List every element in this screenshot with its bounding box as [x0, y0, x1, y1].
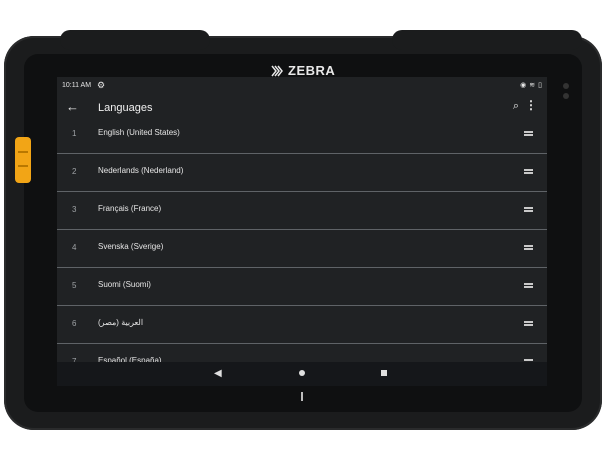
camera-sensor: [563, 83, 569, 89]
light-sensor: [563, 93, 569, 99]
language-list: 1 English (United States) 2 Nederlands (…: [57, 116, 547, 381]
language-rank: 2: [72, 167, 77, 176]
drag-handle-icon[interactable]: [524, 282, 533, 288]
language-rank: 1: [72, 129, 77, 138]
language-name: Svenska (Sverige): [98, 242, 164, 251]
language-row[interactable]: 6 العربية (مصر): [57, 306, 547, 344]
side-scan-button[interactable]: [15, 137, 31, 183]
nav-back-button[interactable]: ◀: [214, 368, 222, 379]
gear-icon: ⚙: [97, 80, 106, 90]
language-name: Français (France): [98, 204, 162, 213]
status-bar: 10:11 AM ⚙ ◉ ≋ ▯: [57, 77, 547, 95]
wifi-icon: ≋: [529, 82, 536, 89]
drag-handle-icon[interactable]: [524, 130, 533, 136]
more-vert-icon[interactable]: ⋮: [525, 98, 537, 112]
language-name: Nederlands (Nederland): [98, 166, 184, 175]
arrow-left-icon[interactable]: ←: [66, 99, 79, 114]
drag-handle-icon[interactable]: [524, 168, 533, 174]
brand-logo: ZEBRA: [270, 63, 335, 78]
zebra-logo-icon: [271, 65, 283, 76]
language-row[interactable]: 5 Suomi (Suomi): [57, 268, 547, 306]
drag-handle-icon[interactable]: [524, 320, 533, 326]
status-time: 10:11 AM: [62, 82, 92, 89]
language-row[interactable]: 3 Français (France): [57, 192, 547, 230]
nav-recents-button[interactable]: [381, 370, 387, 376]
language-name: العربية (مصر): [98, 318, 144, 327]
language-name: Suomi (Suomi): [98, 280, 151, 289]
language-rank: 3: [72, 205, 77, 214]
eye-icon: ◉: [520, 82, 527, 89]
language-rank: 6: [72, 319, 77, 328]
language-rank: 5: [72, 281, 77, 290]
status-icons: ◉ ≋ ▯: [520, 81, 542, 89]
device-top-bump-right: [392, 30, 582, 50]
language-row[interactable]: 2 Nederlands (Nederland): [57, 154, 547, 192]
nav-home-button[interactable]: [299, 370, 305, 376]
language-name: English (United States): [98, 128, 180, 137]
brand-name: ZEBRA: [288, 63, 336, 78]
battery-icon: ▯: [538, 82, 542, 89]
language-row[interactable]: 4 Svenska (Sverige): [57, 230, 547, 268]
drag-handle-icon[interactable]: [524, 206, 533, 212]
language-rank: 4: [72, 243, 77, 252]
drag-handle-icon[interactable]: [524, 244, 533, 250]
page-title: Languages: [98, 102, 153, 114]
screen: 10:11 AM ⚙ ◉ ≋ ▯ ← Languages ⌕ ⋮ 1 Engli…: [57, 77, 547, 386]
device-top-bump-left: [60, 30, 210, 50]
search-icon[interactable]: ⌕: [513, 100, 519, 113]
home-indicator: [301, 392, 303, 401]
language-row[interactable]: 1 English (United States): [57, 116, 547, 154]
system-nav-bar: ◀: [57, 362, 547, 386]
